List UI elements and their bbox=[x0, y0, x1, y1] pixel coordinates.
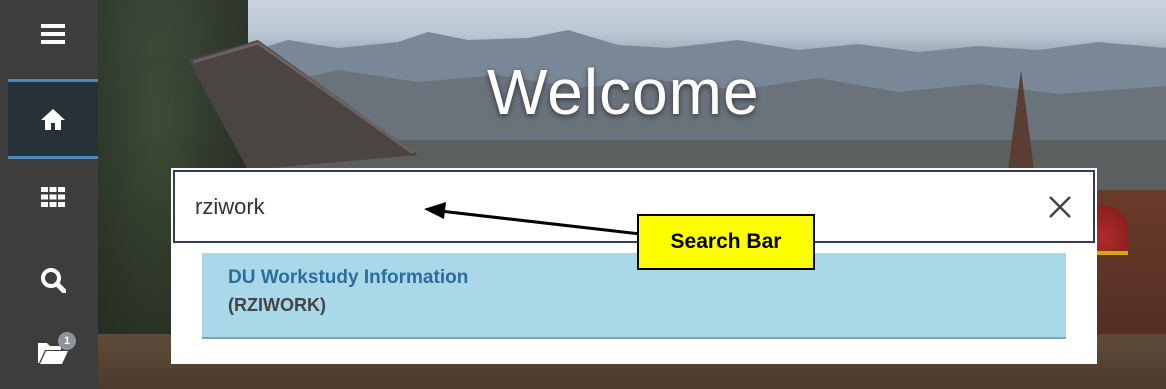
search-input[interactable] bbox=[193, 186, 1017, 228]
menu-button[interactable] bbox=[8, 10, 98, 58]
welcome-heading: Welcome bbox=[487, 56, 760, 128]
home-icon bbox=[41, 109, 65, 130]
nav-applications-button[interactable] bbox=[8, 172, 98, 222]
search-panel: DU Workstudy Information (RZIWORK) bbox=[171, 168, 1097, 364]
nav-search-button[interactable] bbox=[8, 255, 98, 305]
nav-home-button[interactable] bbox=[8, 79, 98, 159]
close-icon[interactable] bbox=[1045, 192, 1075, 222]
nav-recent-items-button[interactable]: 1 bbox=[8, 326, 98, 378]
left-sidebar: 1 bbox=[0, 0, 98, 389]
recent-count-badge: 1 bbox=[58, 332, 76, 350]
suggestion-code: (RZIWORK) bbox=[228, 295, 326, 315]
search-icon bbox=[41, 268, 66, 293]
search-bar bbox=[173, 170, 1095, 243]
search-suggestion-item[interactable]: DU Workstudy Information (RZIWORK) bbox=[202, 253, 1066, 339]
search-bar-callout: Search Bar bbox=[637, 214, 815, 270]
grid-icon bbox=[41, 187, 65, 207]
church-spire bbox=[1008, 70, 1034, 170]
building-roof bbox=[188, 40, 418, 170]
menu-icon bbox=[41, 24, 65, 44]
suggestion-title: DU Workstudy Information bbox=[228, 267, 469, 288]
